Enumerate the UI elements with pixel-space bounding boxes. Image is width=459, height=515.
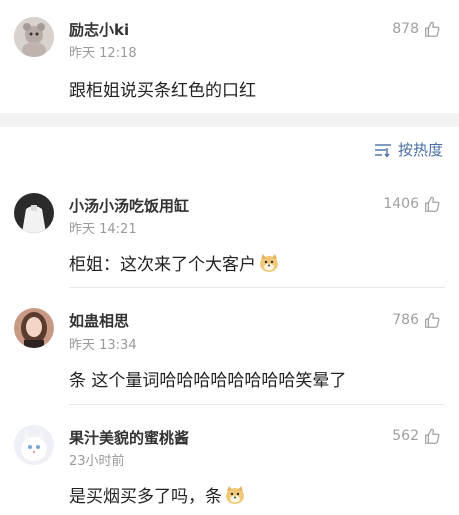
like-button[interactable]: 786: [392, 311, 441, 329]
comment-text: 是买烟买多了吗，条: [69, 482, 246, 507]
thumbs-up-icon: [425, 21, 440, 37]
avatar-image: [14, 17, 54, 57]
like-button[interactable]: 562: [392, 427, 441, 445]
comment-text: 跟柜姐说买条红色的口红: [69, 81, 256, 101]
comment-text: 条 这个量词哈哈哈哈哈哈哈哈笑晕了: [69, 371, 347, 391]
timestamp: 昨天 14:21: [69, 222, 137, 237]
like-count: 1406: [383, 196, 419, 212]
like-button[interactable]: 1406: [383, 195, 441, 213]
comment-item[interactable]: 如蛊相思 昨天 13:34 786 条 这个量词哈哈哈哈哈哈哈哈笑晕了: [0, 289, 459, 405]
avatar[interactable]: [14, 17, 54, 57]
username[interactable]: 果汁美貌的蜜桃酱: [69, 427, 189, 448]
timestamp: 昨天 12:18: [69, 46, 137, 61]
divider: [69, 287, 445, 288]
avatar[interactable]: [14, 425, 54, 465]
timestamp: 23小时前: [69, 454, 125, 469]
avatar[interactable]: [14, 193, 54, 233]
sort-label: 按热度: [397, 141, 443, 159]
username[interactable]: 小汤小汤吃饭用缸: [69, 195, 189, 216]
sort-toggle[interactable]: 按热度: [374, 139, 443, 160]
comment-item[interactable]: 果汁美貌的蜜桃酱 23小时前 562 是买烟买多了吗，条: [0, 405, 459, 515]
comment-text-body: 是买烟买多了吗，条: [69, 487, 222, 507]
avatar-image: [14, 308, 54, 348]
sort-icon: [374, 143, 391, 158]
comment-item[interactable]: 小汤小汤吃饭用缸 昨天 14:21 1406 柜姐：这次来了个大客户: [0, 178, 459, 288]
username[interactable]: 如蛊相思: [69, 310, 129, 331]
doge-emoji-icon: [260, 254, 278, 272]
avatar-image: [14, 425, 54, 465]
avatar[interactable]: [14, 308, 54, 348]
thumbs-up-icon: [425, 196, 440, 212]
doge-emoji-icon: [226, 486, 244, 504]
comment-item[interactable]: 励志小ki 昨天 12:18 878 跟柜姐说买条红色的口红: [0, 0, 459, 113]
like-button[interactable]: 878: [392, 20, 441, 38]
timestamp: 昨天 13:34: [69, 338, 137, 353]
like-count: 786: [392, 312, 419, 328]
comment-text: 柜姐：这次来了个大客户: [69, 250, 280, 275]
like-count: 878: [392, 21, 419, 37]
comment-text-body: 柜姐：这次来了个大客户: [69, 255, 256, 275]
like-count: 562: [392, 428, 419, 444]
thumbs-up-icon: [425, 312, 440, 328]
section-divider: [0, 113, 459, 127]
avatar-image: [14, 193, 54, 233]
username[interactable]: 励志小ki: [69, 19, 129, 40]
thumbs-up-icon: [425, 428, 440, 444]
